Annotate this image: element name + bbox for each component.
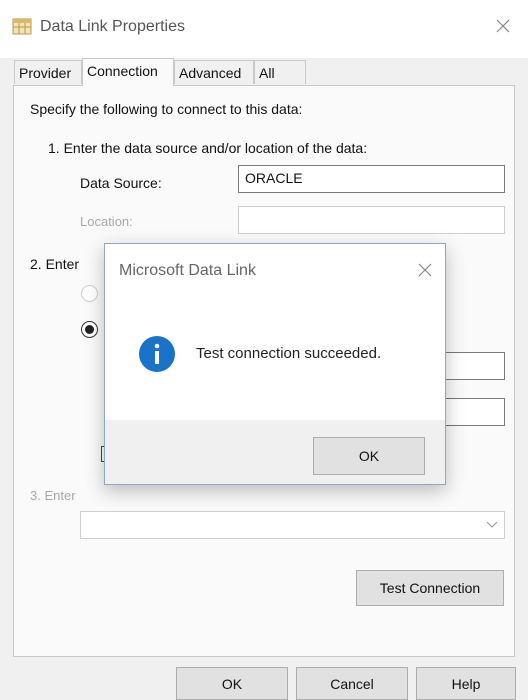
data-source-label: Data Source: [80,175,162,191]
test-connection-button[interactable]: Test Connection [356,570,504,606]
data-link-icon [12,17,32,35]
help-button[interactable]: Help [416,667,516,700]
initial-catalog-combo[interactable] [80,511,505,539]
windows-nt-security-radio[interactable] [81,285,98,302]
data-source-input[interactable]: ORACLE [238,165,505,193]
tab-advanced[interactable]: Advanced [174,60,254,84]
password-input[interactable] [440,398,505,426]
tab-provider[interactable]: Provider [14,60,82,84]
info-icon [138,335,176,373]
window-title: Data Link Properties [40,18,185,35]
ok-button[interactable]: OK [176,667,288,700]
test-result-dialog: Microsoft Data Link Test connection succ… [104,243,446,485]
tab-all[interactable]: All [254,60,306,84]
close-icon[interactable] [415,260,435,280]
dialog-message: Test connection succeeded. [196,345,382,362]
intro-text: Specify the following to connect to this… [30,101,303,117]
step1-label: 1. Enter the data source and/or location… [48,140,368,156]
dialog-ok-button[interactable]: OK [313,437,425,475]
cancel-button[interactable]: Cancel [296,667,408,700]
location-input[interactable] [238,206,505,234]
specific-user-radio[interactable] [81,321,98,338]
user-name-input[interactable] [440,352,505,380]
location-label: Location: [80,214,133,229]
close-icon[interactable] [491,14,515,38]
dialog-title: Microsoft Data Link [119,262,256,279]
chevron-down-icon [486,521,498,528]
step2-label: 2. Enter [30,256,80,272]
step3-label: 3. Enter [30,488,76,503]
tab-connection[interactable]: Connection [82,58,174,86]
